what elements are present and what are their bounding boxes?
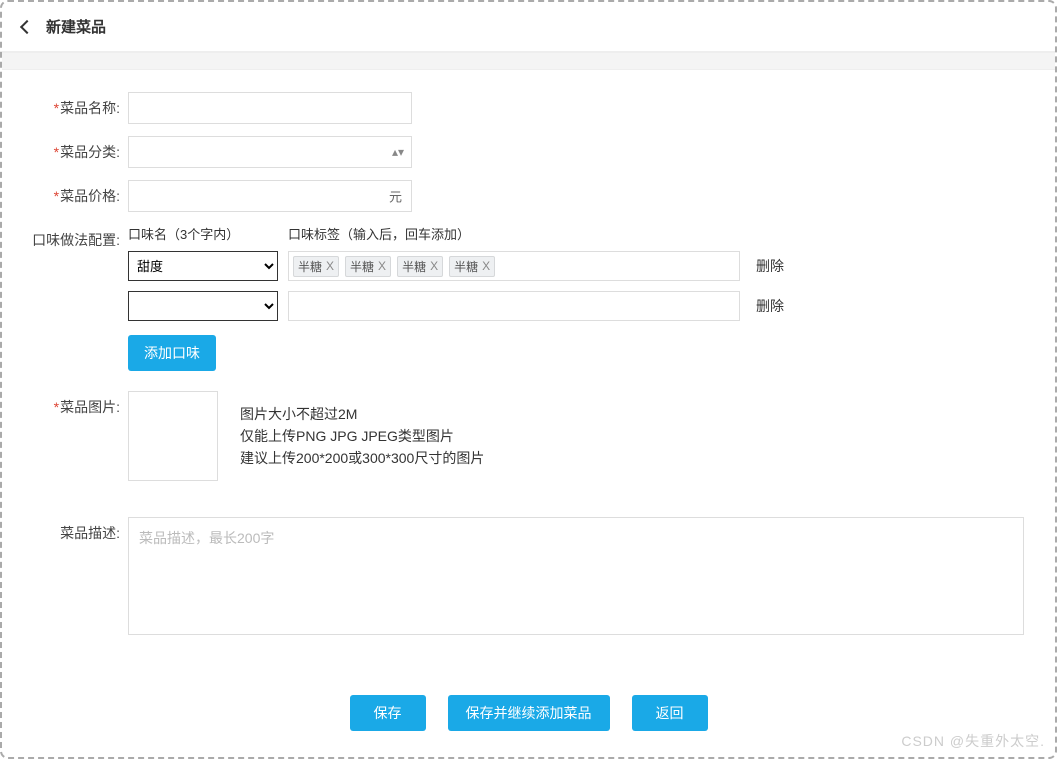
name-label: 菜品名称: [32, 92, 128, 118]
image-hint3: 建议上传200*200或300*300尺寸的图片 [240, 447, 484, 469]
back-icon[interactable] [20, 19, 34, 33]
close-icon[interactable]: X [482, 259, 490, 273]
desc-textarea[interactable] [128, 517, 1024, 635]
save-button[interactable]: 保存 [350, 695, 426, 731]
save-continue-button[interactable]: 保存并继续添加菜品 [448, 695, 610, 731]
flavor-delete-link[interactable]: 删除 [756, 256, 784, 276]
flavor-name-select[interactable]: 甜度 [128, 251, 278, 281]
flavor-tag[interactable]: 半糖X [293, 256, 339, 277]
flavor-tag[interactable]: 半糖X [449, 256, 495, 277]
flavor-name-select[interactable] [128, 291, 278, 321]
flavor-row: 删除 [128, 291, 784, 321]
flavor-label: 口味做法配置: [32, 224, 128, 250]
price-input[interactable] [128, 180, 412, 212]
price-unit: 元 [389, 187, 402, 206]
image-label: 菜品图片: [32, 391, 128, 417]
category-label: 菜品分类: [32, 136, 128, 162]
add-flavor-button[interactable]: 添加口味 [128, 335, 216, 371]
flavor-row: 甜度 半糖X 半糖X 半糖X 半糖X 删除 [128, 251, 784, 281]
close-icon[interactable]: X [378, 259, 386, 273]
close-icon[interactable]: X [326, 259, 334, 273]
watermark: CSDN @失重外太空. [901, 731, 1045, 751]
name-input[interactable] [128, 92, 412, 124]
back-button[interactable]: 返回 [632, 695, 708, 731]
flavor-col-name: 口味名（3个字内） [128, 224, 288, 243]
flavor-tag-area[interactable]: 半糖X 半糖X 半糖X 半糖X [288, 251, 740, 281]
flavor-delete-link[interactable]: 删除 [756, 296, 784, 316]
flavor-tag-area[interactable] [288, 291, 740, 321]
flavor-tag[interactable]: 半糖X [345, 256, 391, 277]
header-gap [2, 52, 1055, 70]
image-hints: 图片大小不超过2M 仅能上传PNG JPG JPEG类型图片 建议上传200*2… [240, 391, 484, 469]
image-hint1: 图片大小不超过2M [240, 403, 484, 425]
price-label: 菜品价格: [32, 180, 128, 206]
category-select[interactable] [128, 136, 412, 168]
image-upload[interactable] [128, 391, 218, 481]
flavor-col-tag: 口味标签（输入后，回车添加） [288, 224, 784, 243]
page-title: 新建菜品 [46, 16, 106, 37]
desc-label: 菜品描述: [32, 517, 128, 543]
image-hint2: 仅能上传PNG JPG JPEG类型图片 [240, 425, 484, 447]
close-icon[interactable]: X [430, 259, 438, 273]
flavor-tag[interactable]: 半糖X [397, 256, 443, 277]
